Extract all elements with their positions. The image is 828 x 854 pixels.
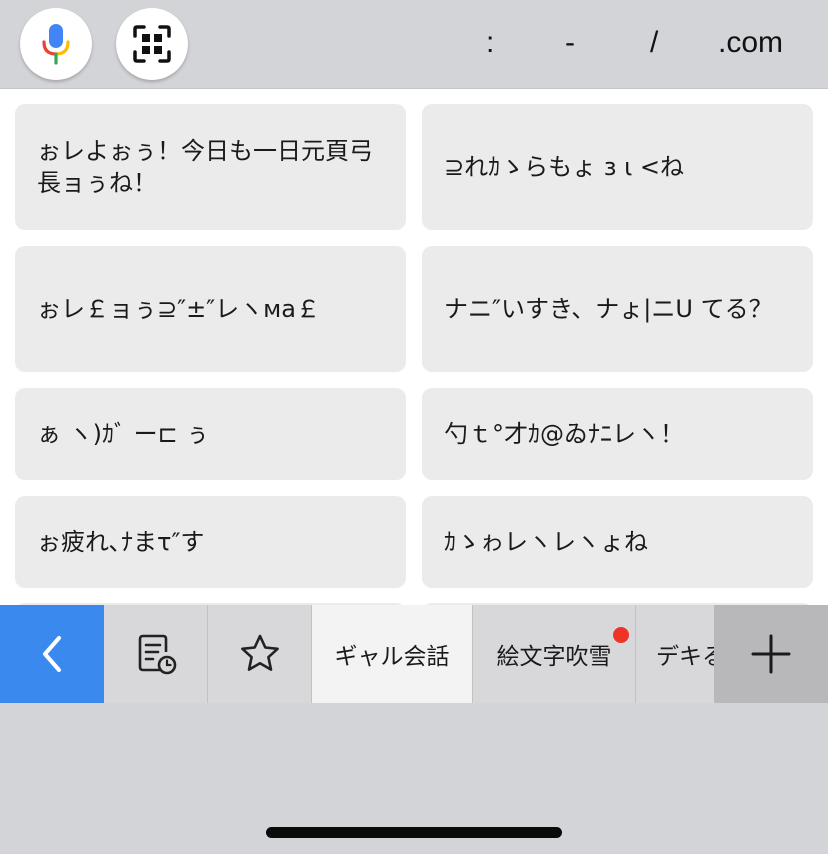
phrase-text: 勺ｔ°才ｶ@ゐﾅﾆレヽ！ [444,420,684,448]
plus-icon [751,634,791,674]
phrase-card[interactable]: ⊇れｶゝらもょ з ι <ね [422,104,813,230]
history-icon [138,634,176,675]
microphone-icon [42,24,70,65]
phrase-text: ｶゝゎレヽレヽょね [444,528,648,556]
tab-emoji-storm[interactable]: 絵文字吹雪 [473,605,636,703]
phrase-card[interactable]: 勺ｔ°才ｶ@ゐﾅﾆレヽ！ [422,388,813,480]
phrase-text: ぁ ヽ)ｶﾞ ー⊏ ぅ [37,420,210,448]
category-tab-bar: ギャル会話 絵文字吹雪 デキる [0,605,828,703]
dotcom-key[interactable]: .com [718,26,783,60]
back-chevron-icon [43,636,61,672]
star-icon [240,634,279,671]
tab-label: ギャル会話 [334,644,450,670]
add-button[interactable] [714,605,828,703]
phrase-card[interactable]: ｶゝゎレヽレヽょね [422,496,813,588]
colon-key[interactable]: : [486,26,494,60]
phrase-card[interactable]: ぉレ￡ョぅ⊇″±″レヽмa￡ [15,246,406,372]
slash-key[interactable]: / [650,26,658,60]
phrase-card[interactable]: ナニ″いすき、ナょ|ニU てる？ [422,246,813,372]
history-tab[interactable] [104,605,208,703]
phrase-text: ぉレよぉぅ！今日も一日元頁弓長ョぅね！ [37,137,373,197]
hyphen-key[interactable]: - [565,26,575,60]
phrase-text: ナニ″いすき、ナょ|ニU てる？ [444,295,773,323]
qr-scan-icon [133,25,171,63]
keyboard-toolbar: : - / .com [0,0,828,89]
back-button[interactable] [0,605,104,703]
qr-scan-button[interactable] [116,8,188,80]
tab-label: 絵文字吹雪 [496,644,612,670]
home-indicator[interactable] [266,827,562,838]
phrase-panel: ぉレよぉぅ！今日も一日元頁弓長ョぅね！ ⊇れｶゝらもょ з ι <ね ぉレ￡ョぅ… [0,89,828,605]
phrase-text: ぉレ￡ョぅ⊇″±″レヽмa￡ [37,295,320,323]
phrase-card[interactable]: ぁ ヽ)ｶﾞ ー⊏ ぅ [15,388,406,480]
phrase-text: ぉ疲れ､ﾅまτ″す [37,528,205,556]
tab-gal-talk[interactable]: ギャル会話 [312,605,473,703]
notification-badge [613,627,629,643]
phrase-card[interactable]: ぉ疲れ､ﾅまτ″す [15,496,406,588]
phrase-text: ⊇れｶゝらもょ з ι <ね [444,153,684,181]
phrase-card[interactable]: ぉレよぉぅ！今日も一日元頁弓長ョぅね！ [15,104,406,230]
voice-input-button[interactable] [20,8,92,80]
favorites-tab[interactable] [208,605,312,703]
